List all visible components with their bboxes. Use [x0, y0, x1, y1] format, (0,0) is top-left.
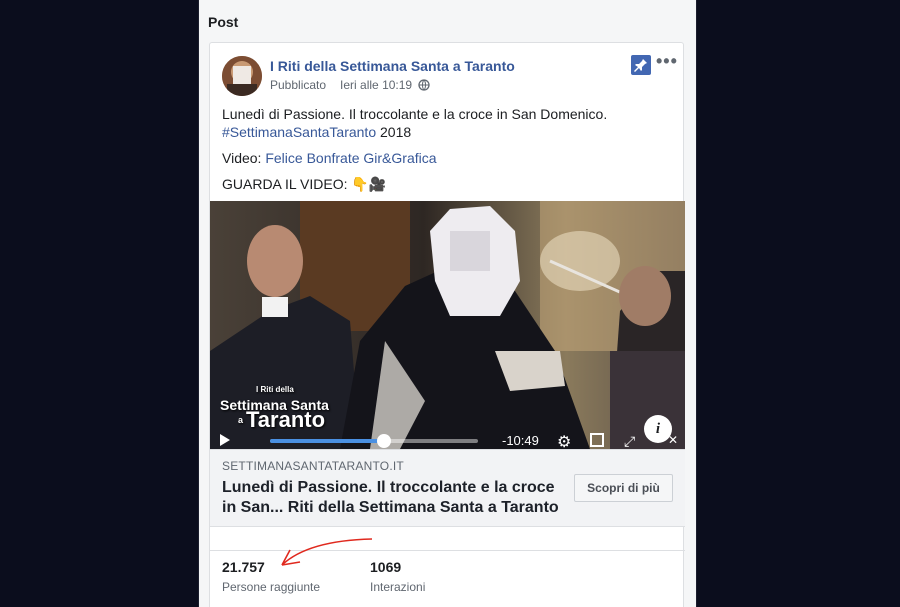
- post-text-line-1: Lunedì di Passione. Il troccolante e la …: [222, 106, 608, 122]
- reach-label: Persone raggiunte: [222, 580, 321, 594]
- credit-link[interactable]: Felice Bonfrate Gir&Grafica: [265, 150, 436, 166]
- panel-title: Post: [208, 14, 239, 30]
- interactions-stat: 1069 Interazioni: [370, 559, 425, 594]
- video-progress-bar[interactable]: [270, 434, 478, 448]
- video-controls: -10:49 ⚙ ⤢ i ✕: [210, 415, 685, 449]
- link-preview[interactable]: SETTIMANASANTATARANTO.IT Lunedì di Passi…: [210, 449, 685, 527]
- video-time-remaining: -10:49: [502, 433, 539, 448]
- video-scrubber-handle[interactable]: [377, 434, 392, 448]
- interactions-label: Interazioni: [370, 580, 426, 594]
- post-insights: 21.757 Persone raggiunte 1069 Interazion…: [210, 550, 685, 607]
- gear-icon[interactable]: ⚙: [557, 432, 571, 449]
- watermark-line-3: a: [238, 415, 244, 425]
- picture-in-picture-icon[interactable]: [590, 433, 604, 447]
- page-name-link[interactable]: I Riti della Settimana Santa a Taranto: [270, 58, 515, 74]
- published-time[interactable]: Ieri alle 10:19: [340, 78, 412, 92]
- volume-icon[interactable]: ✕: [668, 433, 678, 447]
- post-card: I Riti della Settimana Santa a Taranto P…: [209, 42, 685, 607]
- post-text-line-2: #SettimanaSantaTaranto 2018: [222, 123, 411, 141]
- page-avatar[interactable]: [222, 56, 262, 96]
- video-watermark: I Riti della Settimana Santa a Taranto: [220, 385, 329, 432]
- interactions-value: 1069: [370, 559, 402, 575]
- post-text-credit: Video: Felice Bonfrate Gir&Grafica: [222, 149, 437, 167]
- link-title[interactable]: Lunedì di Passione. Il troccolante e la …: [222, 478, 567, 518]
- post-text-cta: GUARDA IL VIDEO: 👇🎥: [222, 176, 387, 192]
- watermark-line-1: I Riti della: [256, 385, 294, 394]
- video-progress-fill: [270, 439, 385, 443]
- more-options-icon[interactable]: •••: [656, 52, 678, 70]
- play-icon[interactable]: [220, 434, 230, 446]
- reach-value: 21.757: [222, 559, 265, 575]
- link-domain: SETTIMANASANTATARANTO.IT: [222, 459, 404, 473]
- reach-stat: 21.757 Persone raggiunte: [222, 559, 320, 594]
- pin-icon[interactable]: [631, 55, 651, 75]
- post-panel: Post I Riti della Settimana Santa a Tara…: [198, 0, 697, 607]
- post-meta: Pubblicato Ieri alle 10:19: [270, 78, 431, 94]
- hashtag-year: 2018: [376, 124, 412, 140]
- fullscreen-icon[interactable]: ⤢: [624, 433, 635, 449]
- credit-label: Video:: [222, 150, 266, 166]
- hashtag-link[interactable]: #SettimanaSantaTaranto: [222, 124, 376, 140]
- video-player[interactable]: I Riti della Settimana Santa a Taranto -…: [210, 201, 685, 449]
- learn-more-button[interactable]: Scopri di più: [574, 474, 673, 502]
- published-label: Pubblicato: [270, 78, 327, 92]
- globe-icon: [418, 79, 431, 94]
